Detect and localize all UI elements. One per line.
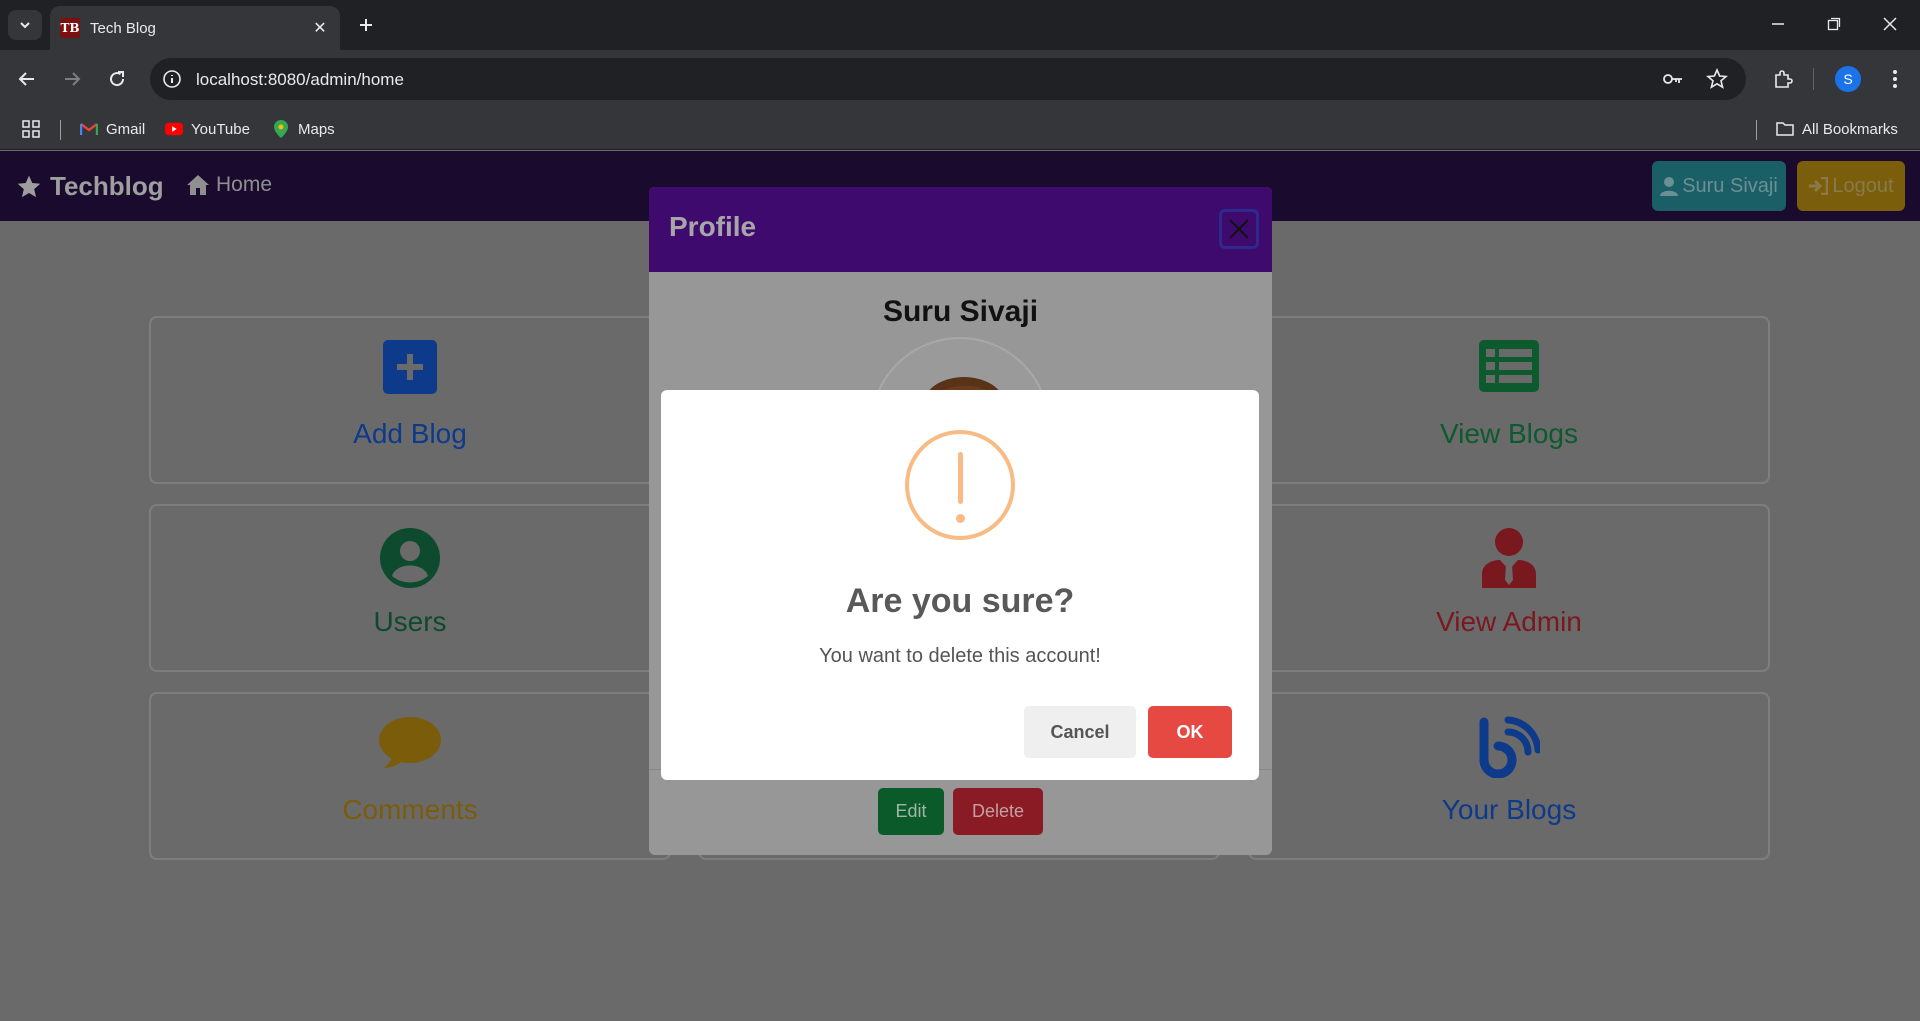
profile-delete-button[interactable]: Delete (953, 788, 1043, 835)
browser-tabstrip: TB Tech Blog ✕ (0, 0, 1920, 50)
profile-modal-title: Profile (669, 211, 757, 242)
card-view-blogs[interactable]: View Blogs (1248, 316, 1770, 484)
card-label: View Admin (1436, 606, 1582, 637)
card-add-blog[interactable]: Add Blog (149, 316, 671, 484)
close-icon (1229, 219, 1249, 239)
profile-avatar[interactable]: S (1835, 66, 1861, 92)
puzzle-icon (1775, 70, 1793, 88)
bookmarks-bar: Gmail YouTube Maps All Bookmarks (0, 108, 1920, 150)
bookmark-gmail[interactable]: Gmail (80, 118, 145, 140)
ok-button[interactable]: OK (1148, 706, 1232, 758)
tab-title: Tech Blog (90, 19, 156, 37)
card-label: Users (373, 606, 447, 637)
reload-icon (110, 71, 125, 87)
confirm-dialog-title: Are you sure? (845, 582, 1075, 620)
bookmark-label: Maps (298, 120, 335, 138)
bookmark-youtube[interactable]: YouTube (165, 118, 250, 140)
all-bookmarks-button[interactable]: All Bookmarks (1776, 118, 1898, 140)
brand-name: Techblog (50, 171, 164, 201)
bookmark-label: YouTube (191, 120, 250, 138)
card-comments[interactable]: Comments (149, 692, 671, 860)
nav-user-label: Suru Sivaji (1682, 174, 1778, 197)
minimize-icon (1772, 23, 1784, 25)
arrow-right-icon (65, 72, 81, 86)
close-window-button[interactable] (1870, 10, 1910, 38)
user-icon (1660, 177, 1679, 196)
back-button[interactable] (12, 64, 42, 94)
nav-logout-button[interactable]: Logout (1797, 161, 1905, 211)
user-circle-icon (380, 528, 440, 588)
nav-logout-label: Logout (1832, 174, 1894, 197)
browser-toolbar: localhost:8080/admin/home S (0, 50, 1920, 108)
chevron-down-icon (20, 22, 30, 29)
bookmark-star-icon[interactable] (1706, 68, 1728, 90)
all-bookmarks-label: All Bookmarks (1802, 120, 1898, 138)
card-label: Your Blogs (1441, 794, 1577, 825)
sign-out-icon (1809, 177, 1829, 195)
card-label: Add Blog (353, 418, 467, 449)
plus-square-icon (383, 340, 437, 394)
browser-menu-button[interactable] (1880, 64, 1910, 94)
card-view-admin[interactable]: View Admin (1248, 504, 1770, 672)
site-info-icon[interactable] (162, 69, 182, 89)
confirm-dialog-text: You want to delete this account! (819, 645, 1101, 667)
address-bar[interactable]: localhost:8080/admin/home (150, 58, 1746, 100)
close-icon (1883, 17, 1897, 31)
comment-icon (379, 717, 441, 768)
bookmark-label: Gmail (106, 120, 146, 138)
password-key-icon[interactable] (1662, 69, 1684, 89)
card-label: View Blogs (1439, 418, 1578, 449)
plus-icon (360, 19, 372, 31)
arrow-left-icon (18, 72, 34, 86)
restore-icon (1827, 17, 1841, 31)
url-text[interactable]: localhost:8080/admin/home (196, 70, 404, 90)
nav-home-label: Home (216, 173, 273, 196)
more-vertical-icon (1893, 70, 1897, 88)
folder-icon (1776, 120, 1794, 138)
new-tab-button[interactable] (352, 11, 380, 39)
card-label: Comments (342, 794, 478, 825)
gmail-icon (80, 120, 98, 138)
bookmark-divider (60, 120, 61, 140)
profile-modal-close-button[interactable] (1219, 209, 1259, 249)
toolbar-divider (1813, 68, 1814, 90)
tab-close-icon[interactable]: ✕ (310, 18, 330, 38)
apps-grid-icon (22, 120, 40, 138)
card-your-blogs[interactable]: Your Blogs (1248, 692, 1770, 860)
profile-name: Suru Sivaji (882, 295, 1039, 328)
nav-home-link[interactable]: Home (186, 173, 272, 197)
warning-icon (905, 430, 1015, 540)
tab-search-button[interactable] (8, 10, 42, 40)
star-icon (17, 175, 41, 197)
nav-user-button[interactable]: Suru Sivaji (1652, 161, 1786, 211)
maps-icon (272, 120, 290, 138)
forward-button[interactable] (57, 64, 87, 94)
reload-button[interactable] (102, 64, 132, 94)
bookmark-divider (1756, 120, 1757, 140)
home-icon (187, 175, 209, 195)
blog-icon (1479, 716, 1540, 778)
apps-button[interactable] (22, 118, 40, 140)
brand-link[interactable]: Techblog (16, 171, 164, 202)
confirm-dialog: Are you sure? You want to delete this ac… (661, 390, 1259, 780)
restore-button[interactable] (1814, 10, 1854, 38)
page-content: Techblog Home Suru Sivaji Logout Add Blo… (0, 151, 1920, 1021)
extensions-button[interactable] (1768, 64, 1798, 94)
youtube-icon (165, 120, 183, 138)
profile-modal-header: Profile (649, 187, 1272, 272)
minimize-button[interactable] (1758, 10, 1798, 38)
techblog-favicon-icon: TB (60, 18, 80, 38)
profile-edit-button[interactable]: Edit (878, 788, 944, 835)
bookmark-maps[interactable]: Maps (272, 118, 335, 140)
browser-tab-active[interactable]: TB Tech Blog ✕ (50, 6, 340, 50)
cancel-button[interactable]: Cancel (1024, 706, 1136, 758)
list-icon (1479, 340, 1539, 392)
card-users[interactable]: Users (149, 504, 671, 672)
user-tie-icon (1482, 528, 1536, 588)
